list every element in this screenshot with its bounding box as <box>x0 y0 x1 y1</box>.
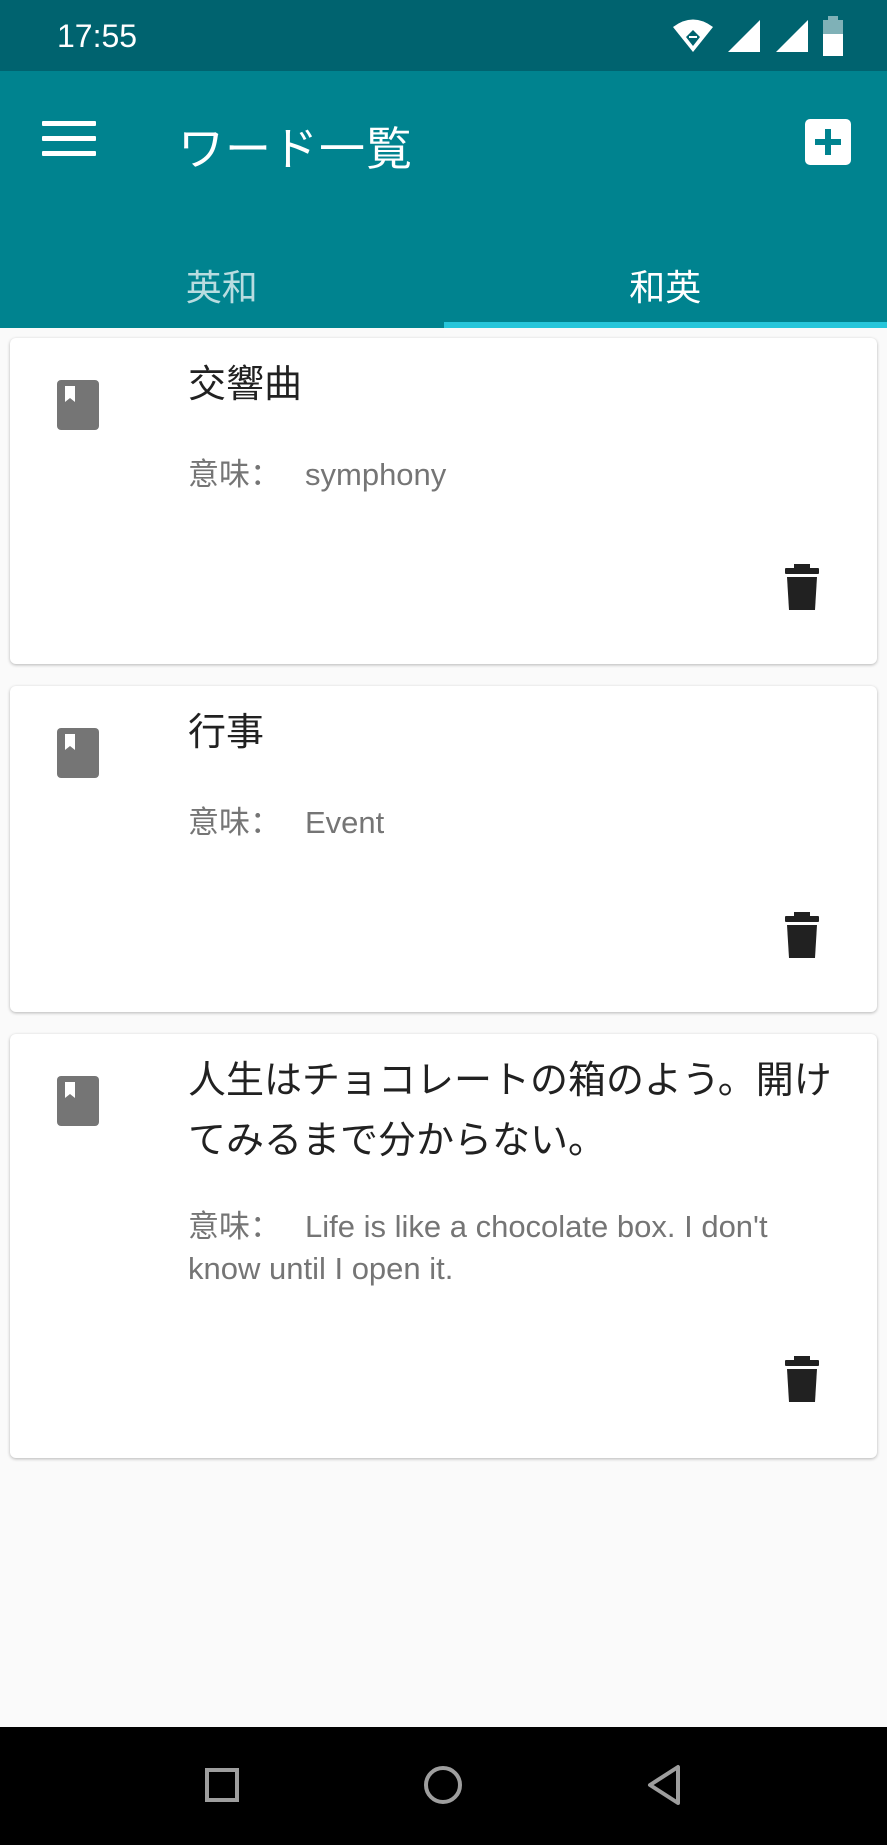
tab-bar: 英和 和英 <box>0 242 887 328</box>
page-title: ワード一覧 <box>178 122 413 176</box>
home-icon[interactable] <box>421 1759 465 1813</box>
book-icon <box>57 728 99 778</box>
status-bar: 17:55 <box>0 0 887 71</box>
trash-icon[interactable] <box>785 912 819 958</box>
add-box-icon[interactable] <box>805 119 851 165</box>
signal-icon <box>776 20 808 52</box>
meaning-label: 意味： <box>188 805 281 840</box>
meaning-value: Event <box>305 805 385 840</box>
trash-icon[interactable] <box>785 564 819 610</box>
app-bar: ワード一覧 英和 和英 <box>0 71 887 328</box>
meaning-value: symphony <box>305 457 447 492</box>
signal-icon <box>728 20 760 52</box>
word-text: 交響曲 <box>188 362 303 406</box>
word-text: 人生はチョコレートの箱のよう。開けてみるまで分からない。 <box>188 1058 832 1162</box>
word-card[interactable]: 交響曲 意味： symphony <box>10 338 877 664</box>
meaning-label: 意味： <box>188 1209 281 1244</box>
meaning-label: 意味： <box>188 457 281 492</box>
back-icon[interactable] <box>645 1759 685 1813</box>
tab-english-japanese[interactable]: 英和 <box>0 242 444 328</box>
word-card[interactable]: 行事 意味： Event <box>10 686 877 1012</box>
recents-icon[interactable] <box>202 1759 242 1813</box>
meaning-text: 意味： Life is like a chocolate box. I don't… <box>188 1206 848 1290</box>
meaning-text: 意味： symphony <box>188 454 848 496</box>
book-icon <box>57 1076 99 1126</box>
navigation-bar <box>0 1727 887 1845</box>
trash-icon[interactable] <box>785 1356 819 1402</box>
book-icon <box>57 380 99 430</box>
status-icons <box>672 16 844 56</box>
word-card[interactable]: 人生はチョコレートの箱のよう。開けてみるまで分からない。 意味： Life is … <box>10 1034 877 1458</box>
wifi-icon <box>673 19 713 52</box>
battery-icon <box>823 16 843 56</box>
menu-icon[interactable] <box>42 121 96 163</box>
tab-japanese-english[interactable]: 和英 <box>443 242 887 328</box>
meaning-text: 意味： Event <box>188 802 848 844</box>
word-text: 行事 <box>188 710 265 754</box>
status-time: 17:55 <box>57 18 138 54</box>
